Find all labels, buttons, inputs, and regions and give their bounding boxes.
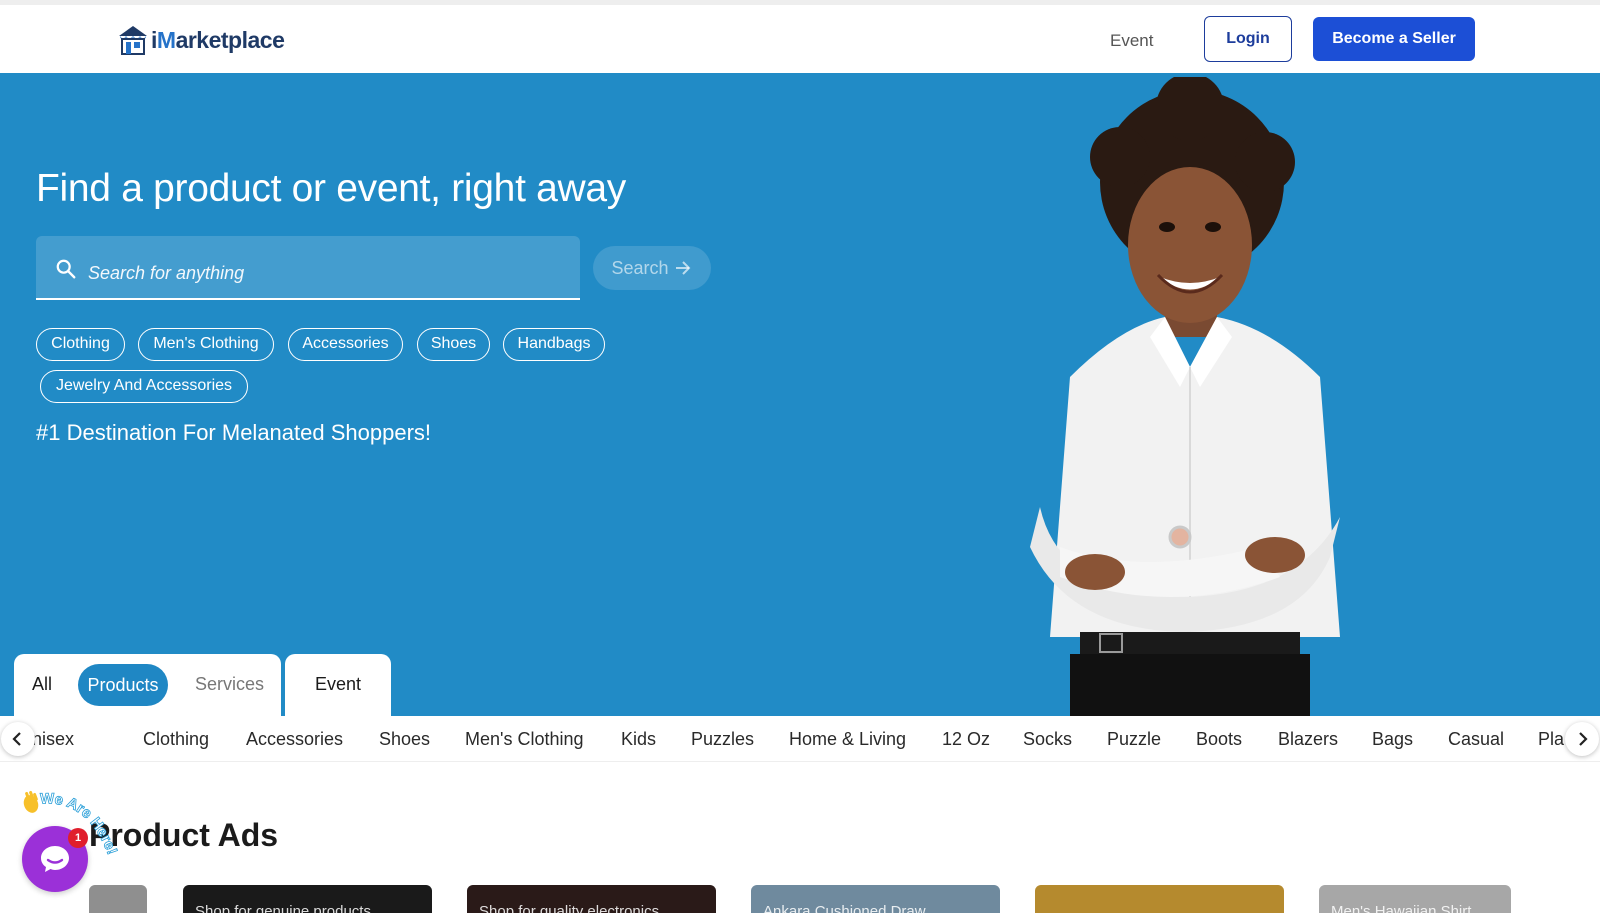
storefront-logo-icon (119, 26, 147, 55)
category-casual[interactable]: Casual (1448, 729, 1504, 750)
product-ad-text: Shop for quality electronics (479, 903, 660, 913)
logo[interactable]: iMarketplace (116, 23, 285, 57)
search-input[interactable] (88, 258, 558, 288)
category-boots[interactable]: Boots (1196, 729, 1242, 750)
chip-clothing[interactable]: Clothing (36, 328, 125, 361)
chip-handbags[interactable]: Handbags (503, 328, 605, 361)
chip-shoes[interactable]: Shoes (417, 328, 490, 361)
logo-text: iMarketplace (151, 26, 285, 53)
category-partial[interactable]: Pla (1538, 729, 1564, 750)
category-bags[interactable]: Bags (1372, 729, 1413, 750)
tab-services[interactable]: Services (195, 674, 264, 695)
product-ad-card[interactable]: Ankara Cushioned Draw (751, 885, 1000, 913)
category-mens-clothing[interactable]: Men's Clothing (465, 729, 584, 750)
search-button[interactable]: Search (593, 246, 711, 290)
category-clothing[interactable]: Clothing (143, 729, 209, 750)
category-bar: nisex Clothing Accessories Shoes Men's C… (0, 716, 1600, 762)
product-ad-card[interactable]: Men's Hawaiian Shirt (1319, 885, 1511, 913)
category-socks[interactable]: Socks (1023, 729, 1072, 750)
tab-products[interactable]: Products (78, 664, 168, 706)
hero-title: Find a product or event, right away (36, 167, 626, 210)
chat-notification-badge: 1 (68, 828, 88, 848)
category-12-oz[interactable]: 12 Oz (942, 729, 990, 750)
chip-accessories[interactable]: Accessories (288, 328, 403, 361)
hero-tagline: #1 Destination For Melanated Shoppers! (36, 420, 432, 445)
chat-bubble-icon (41, 846, 69, 872)
product-ad-card[interactable] (1035, 885, 1284, 913)
search-icon (56, 259, 76, 279)
product-ad-card[interactable]: Shop for quality electronics (467, 885, 716, 913)
login-button[interactable]: Login (1204, 16, 1292, 62)
search-box[interactable] (36, 236, 580, 300)
chip-mens-clothing[interactable]: Men's Clothing (138, 328, 274, 361)
product-ad-text: Shop for genuine products (195, 903, 371, 913)
chevron-left-icon (12, 732, 21, 746)
category-puzzle[interactable]: Puzzle (1107, 729, 1161, 750)
product-ad-card[interactable]: Shop for genuine products (183, 885, 432, 913)
hero-model-image (1030, 77, 1340, 716)
category-puzzles[interactable]: Puzzles (691, 729, 754, 750)
category-home-living[interactable]: Home & Living (789, 729, 906, 750)
chevron-right-icon (1579, 732, 1588, 746)
site-header: iMarketplace Event Login Become a Seller (0, 5, 1600, 73)
waving-hand-icon (23, 790, 39, 813)
nav-event-link[interactable]: Event (1110, 31, 1153, 51)
category-accessories[interactable]: Accessories (246, 729, 343, 750)
category-scroll-right-button[interactable] (1565, 722, 1599, 756)
category-unisex[interactable]: nisex (32, 729, 74, 750)
product-ad-card[interactable] (89, 885, 147, 913)
category-kids[interactable]: Kids (621, 729, 656, 750)
hero-banner: Find a product or event, right away Sear… (0, 73, 1600, 716)
search-button-label: Search (611, 257, 669, 278)
category-blazers[interactable]: Blazers (1278, 729, 1338, 750)
category-scroll-left-button[interactable] (1, 722, 35, 756)
tab-all[interactable]: All (32, 674, 52, 695)
become-seller-button[interactable]: Become a Seller (1313, 17, 1475, 61)
search-type-tabs: All Products Services (14, 654, 281, 716)
arrow-right-icon (675, 261, 690, 275)
tab-event[interactable]: Event (285, 674, 391, 695)
product-ad-text: Men's Hawaiian Shirt (1331, 903, 1472, 913)
product-ad-text: Ankara Cushioned Draw (763, 903, 926, 913)
chip-jewelry-accessories[interactable]: Jewelry And Accessories (40, 370, 248, 403)
event-tab-container: Event (285, 654, 391, 716)
category-shoes[interactable]: Shoes (379, 729, 430, 750)
